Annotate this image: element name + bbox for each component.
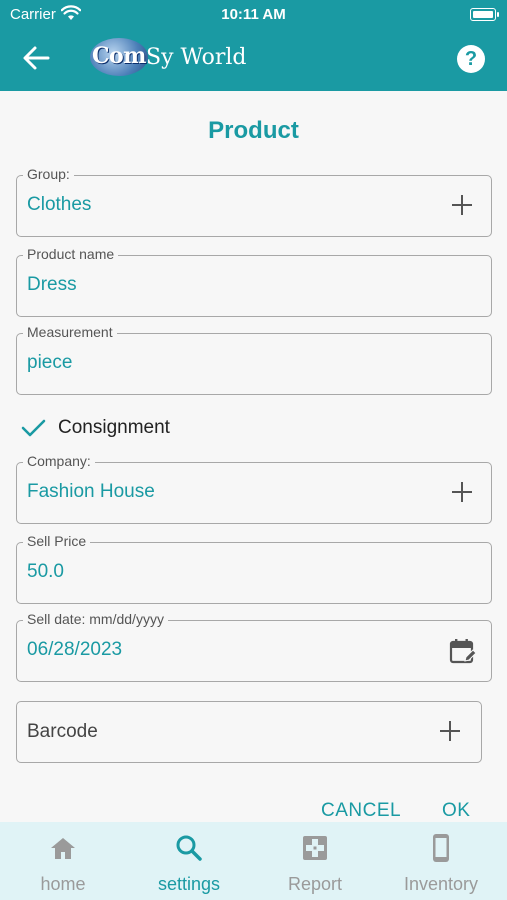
group-field[interactable]: Group: Clothes bbox=[16, 166, 492, 237]
consignment-label: Consignment bbox=[58, 417, 170, 438]
sell-date-field[interactable]: Sell date: mm/dd/yyyy 06/28/2023 bbox=[16, 611, 492, 682]
sell-price-field[interactable]: Sell Price 50.0 bbox=[16, 533, 492, 604]
add-barcode-icon[interactable] bbox=[439, 720, 461, 742]
battery-icon bbox=[470, 8, 499, 21]
nav-settings-label: settings bbox=[157, 874, 221, 894]
group-label: Group: bbox=[23, 166, 74, 182]
help-icon[interactable]: ? bbox=[457, 45, 485, 73]
add-company-icon[interactable] bbox=[451, 481, 473, 503]
back-arrow-icon[interactable] bbox=[18, 42, 54, 74]
nav-home-label: home bbox=[40, 874, 86, 894]
group-value: Clothes bbox=[27, 194, 92, 215]
barcode-field[interactable]: Barcode bbox=[16, 701, 482, 763]
product-name-label: Product name bbox=[23, 246, 119, 262]
bottom-navigation: home settings Report Inventory bbox=[0, 822, 507, 900]
measurement-field[interactable]: Measurement piece bbox=[16, 324, 492, 395]
app-header: Carrier 10:11 AM Com Sy World ? bbox=[0, 0, 507, 91]
nav-report-label: Report bbox=[287, 874, 343, 894]
barcode-label: Barcode bbox=[27, 721, 98, 742]
nav-inventory[interactable]: Inventory bbox=[378, 822, 504, 900]
search-icon bbox=[176, 835, 202, 861]
company-field[interactable]: Company: Fashion House bbox=[16, 453, 492, 524]
nav-inventory-label: Inventory bbox=[403, 874, 479, 894]
clock: 10:11 AM bbox=[221, 6, 286, 23]
sell-date-value: 06/28/2023 bbox=[27, 639, 123, 660]
logo-com-text: Com bbox=[92, 43, 146, 69]
product-name-field[interactable]: Product name Dress bbox=[16, 246, 492, 317]
report-icon bbox=[303, 836, 327, 860]
nav-settings[interactable]: settings bbox=[126, 822, 252, 900]
nav-home[interactable]: home bbox=[0, 822, 126, 900]
company-value: Fashion House bbox=[27, 481, 155, 502]
sell-price-label: Sell Price bbox=[23, 533, 91, 549]
sell-date-label: Sell date: mm/dd/yyyy bbox=[23, 611, 168, 627]
ok-button[interactable]: OK bbox=[442, 800, 470, 822]
cancel-button[interactable]: CANCEL bbox=[321, 800, 401, 822]
product-name-value: Dress bbox=[27, 274, 77, 295]
add-group-icon[interactable] bbox=[451, 194, 473, 216]
measurement-label: Measurement bbox=[23, 324, 117, 340]
calendar-edit-icon[interactable] bbox=[449, 637, 477, 665]
phone-icon bbox=[433, 834, 449, 862]
home-icon bbox=[51, 838, 75, 859]
company-label: Company: bbox=[23, 453, 95, 469]
page-title: Product bbox=[208, 117, 299, 144]
status-bar: Carrier 10:11 AM bbox=[0, 0, 507, 28]
nav-report[interactable]: Report bbox=[252, 822, 378, 900]
logo-world-text: Sy World bbox=[146, 45, 247, 70]
measurement-value: piece bbox=[27, 352, 73, 373]
sell-price-value: 50.0 bbox=[27, 561, 64, 582]
checkmark-icon bbox=[21, 419, 46, 437]
